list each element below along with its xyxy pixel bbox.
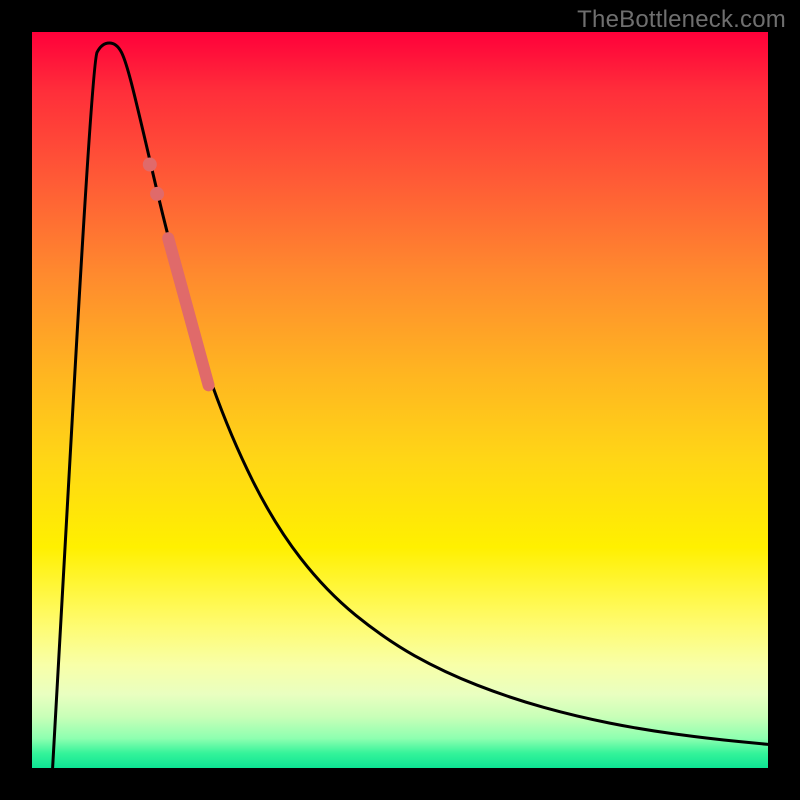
main-curve-line [53, 43, 768, 768]
chart-frame: TheBottleneck.com [0, 0, 800, 800]
highlight-dot [150, 187, 164, 201]
highlight-segment [168, 238, 208, 385]
highlight-dot [143, 158, 157, 172]
plot-area [32, 32, 768, 768]
chart-svg [32, 32, 768, 768]
watermark-text: TheBottleneck.com [577, 6, 786, 34]
